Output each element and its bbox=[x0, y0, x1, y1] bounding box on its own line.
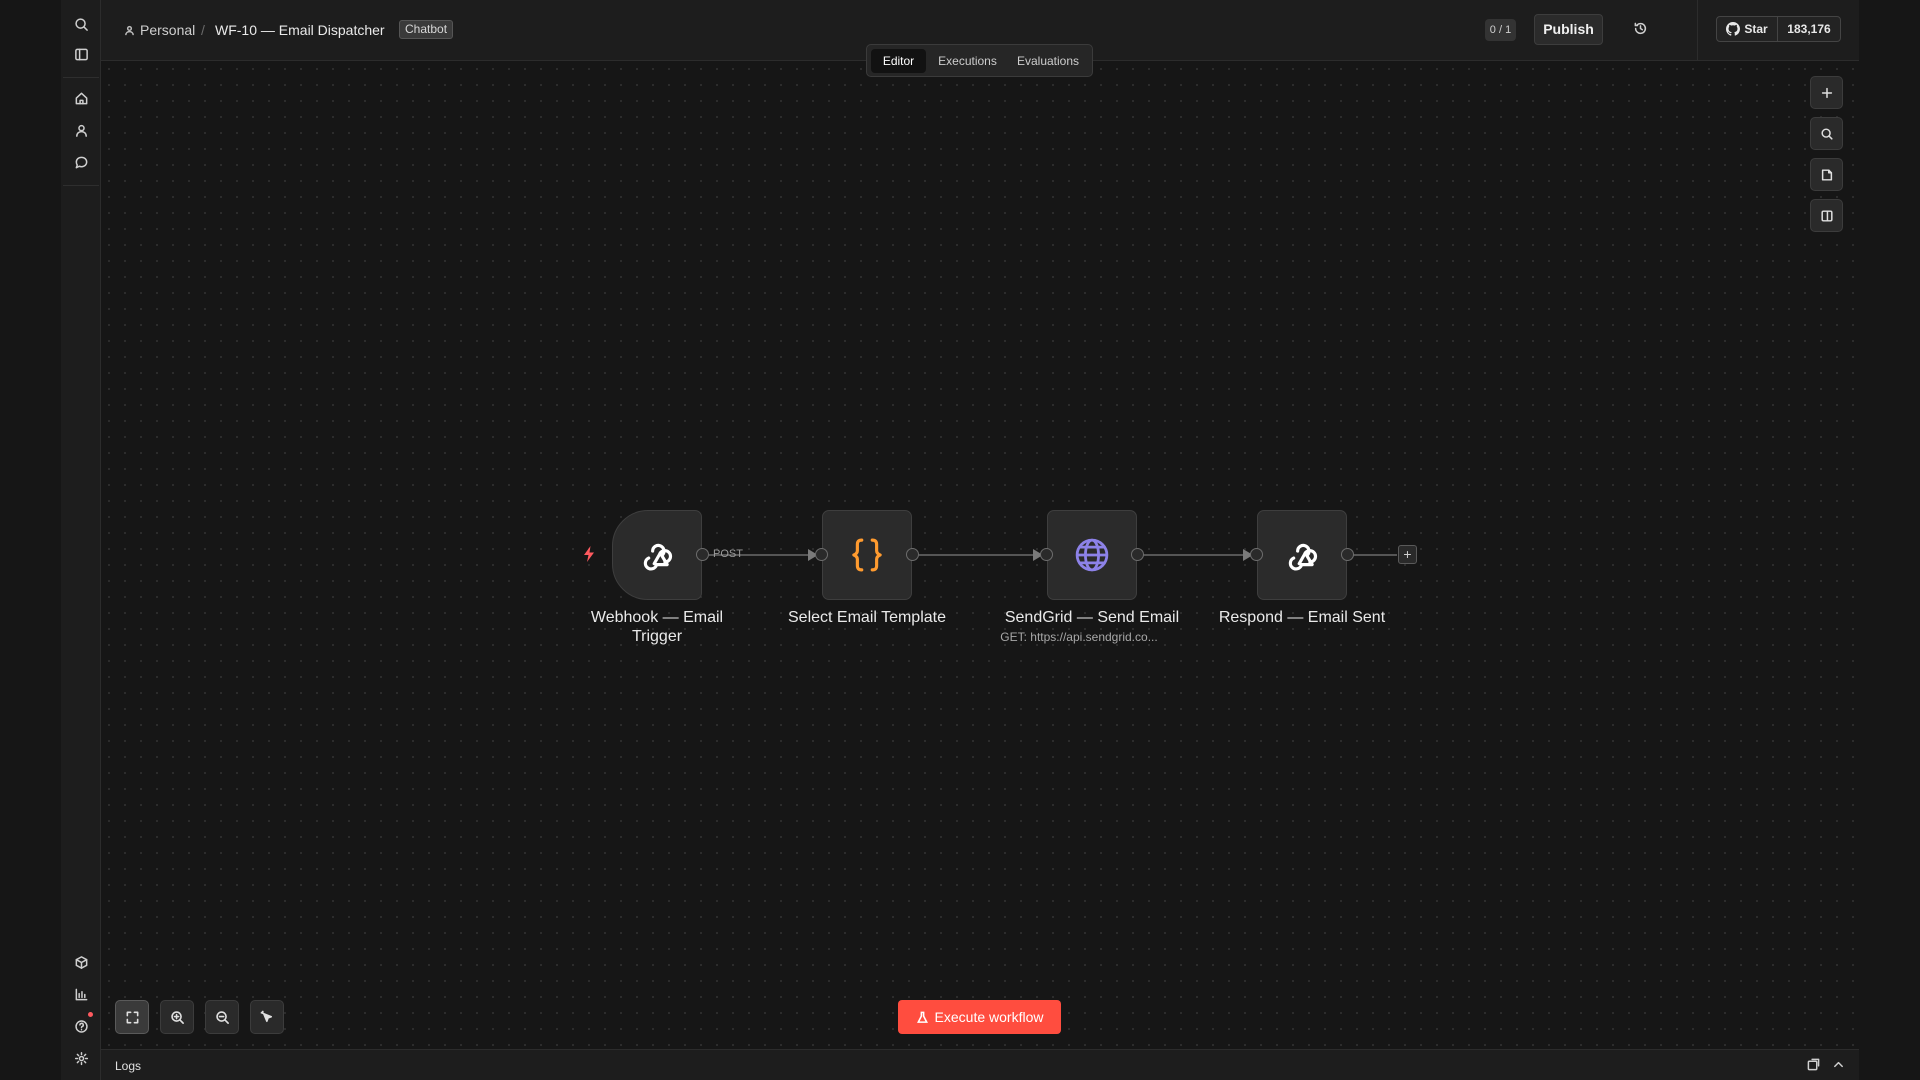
workflow-counter-badge: 0 / 1 bbox=[1485, 19, 1516, 41]
braces-icon bbox=[852, 538, 882, 572]
node-select-email-template[interactable] bbox=[822, 510, 912, 600]
node-subtitle: GET: https://api.sendgrid.co... bbox=[1000, 630, 1158, 644]
edge-label-post: POST bbox=[713, 548, 743, 560]
github-icon bbox=[1726, 22, 1741, 36]
trigger-bolt-icon bbox=[584, 546, 594, 562]
node-label: Select Email Template bbox=[788, 609, 946, 626]
sidebar-divider bbox=[63, 77, 99, 78]
globe-icon bbox=[1075, 538, 1109, 572]
zoom-in-icon bbox=[170, 1010, 184, 1024]
tab-executions[interactable]: Executions bbox=[930, 49, 1005, 73]
home-icon[interactable] bbox=[69, 86, 93, 110]
plus-icon bbox=[1821, 87, 1832, 98]
workflow-tag[interactable]: Chatbot bbox=[399, 20, 454, 39]
add-node-button[interactable] bbox=[1810, 76, 1843, 109]
add-next-node-button[interactable]: + bbox=[1398, 545, 1417, 564]
person-icon bbox=[125, 25, 134, 35]
cursor-sparkle-icon bbox=[260, 1010, 272, 1022]
panel-icon bbox=[1820, 209, 1833, 222]
webhook-icon bbox=[643, 543, 673, 571]
logs-panel-bar[interactable]: Logs bbox=[101, 1049, 1859, 1080]
insights-chart-icon[interactable] bbox=[69, 982, 93, 1006]
github-star[interactable]: Star bbox=[1717, 17, 1778, 41]
output-handle[interactable] bbox=[906, 548, 919, 561]
zoom-out-button[interactable] bbox=[205, 1000, 239, 1034]
search-nodes-button[interactable] bbox=[1810, 117, 1843, 150]
zoom-out-icon bbox=[215, 1010, 229, 1024]
node-label: Respond — Email Sent bbox=[1218, 609, 1386, 626]
sticky-note-button[interactable] bbox=[1810, 158, 1843, 191]
search-icon bbox=[1820, 127, 1833, 140]
node-label: SendGrid — Send Email bbox=[1004, 609, 1180, 626]
output-handle[interactable] bbox=[696, 548, 709, 561]
pop-out-icon[interactable] bbox=[1807, 1058, 1821, 1072]
workflow-name[interactable]: WF-10 — Email Dispatcher bbox=[215, 22, 385, 38]
fit-view-icon bbox=[126, 1011, 138, 1023]
templates-icon[interactable] bbox=[69, 950, 93, 974]
history-icon[interactable] bbox=[1633, 21, 1651, 39]
user-icon[interactable] bbox=[69, 118, 93, 142]
sticky-note-icon bbox=[1821, 168, 1832, 181]
workflow-canvas[interactable] bbox=[101, 61, 1859, 1049]
node-respond-email-sent[interactable] bbox=[1257, 510, 1347, 600]
github-star-button[interactable]: Star 183,176 bbox=[1716, 16, 1841, 42]
breadcrumb-personal-label: Personal bbox=[140, 22, 196, 38]
github-star-count: 183,176 bbox=[1787, 22, 1831, 36]
chevron-up-icon[interactable] bbox=[1832, 1058, 1846, 1072]
logs-title: Logs bbox=[115, 1059, 142, 1073]
execute-workflow-button[interactable]: Execute workflow bbox=[898, 1000, 1061, 1034]
breadcrumb-personal[interactable]: Personal bbox=[124, 22, 195, 38]
node-webhook-email-trigger[interactable] bbox=[612, 510, 702, 600]
header-divider bbox=[1697, 0, 1698, 61]
app-root: Personal / WF-10 — Email Dispatcher Chat… bbox=[0, 0, 1920, 1080]
tidy-up-button[interactable] bbox=[250, 1000, 284, 1034]
github-star-label: Star bbox=[1744, 22, 1768, 36]
sidebar-divider bbox=[63, 185, 99, 186]
output-handle[interactable] bbox=[1341, 548, 1354, 561]
settings-gear-icon[interactable] bbox=[69, 1046, 93, 1070]
sidebar-toggle-icon[interactable] bbox=[69, 42, 93, 66]
panel-toggle-button[interactable] bbox=[1810, 199, 1843, 232]
help-icon[interactable] bbox=[69, 1014, 93, 1038]
breadcrumb-separator: / bbox=[201, 22, 205, 38]
left-sidebar bbox=[61, 0, 101, 1080]
input-handle[interactable] bbox=[1250, 548, 1263, 561]
execute-workflow-label: Execute workflow bbox=[934, 1009, 1044, 1025]
node-sendgrid-send-email[interactable] bbox=[1047, 510, 1137, 600]
notification-dot bbox=[88, 1012, 93, 1017]
input-handle[interactable] bbox=[815, 548, 828, 561]
tab-editor[interactable]: Editor bbox=[871, 49, 926, 73]
view-tabs: Editor Executions Evaluations bbox=[866, 44, 1093, 77]
node-label: Webhook — Email Trigger bbox=[590, 609, 724, 645]
outer-margin-left bbox=[0, 0, 61, 1080]
output-handle[interactable] bbox=[1131, 548, 1144, 561]
chat-icon[interactable] bbox=[69, 150, 93, 174]
outer-margin-right bbox=[1859, 0, 1920, 1080]
zoom-in-button[interactable] bbox=[160, 1000, 194, 1034]
flask-icon bbox=[916, 1011, 928, 1023]
publish-button[interactable]: Publish bbox=[1534, 14, 1603, 45]
webhook-icon bbox=[1288, 543, 1318, 571]
search-icon[interactable] bbox=[69, 12, 93, 36]
tab-evaluations[interactable]: Evaluations bbox=[1009, 49, 1087, 73]
input-handle[interactable] bbox=[1040, 548, 1053, 561]
fit-view-button[interactable] bbox=[115, 1000, 149, 1034]
